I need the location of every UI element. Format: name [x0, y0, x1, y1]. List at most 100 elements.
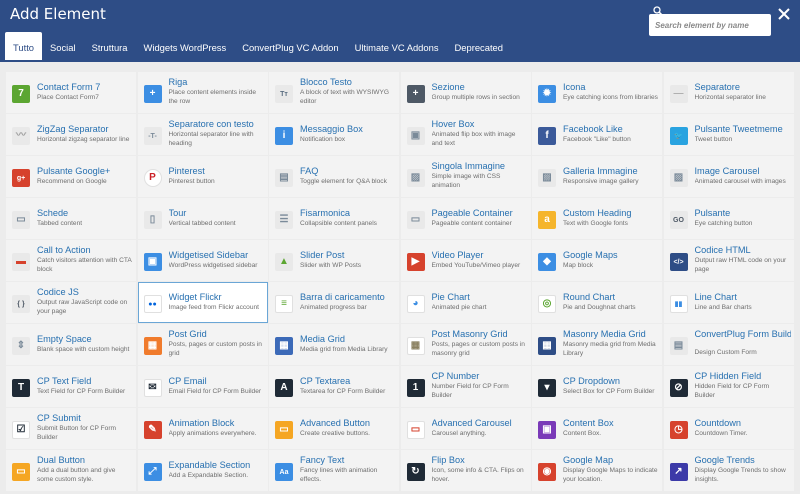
element-widgetised-sidebar[interactable]: ▣ Widgetised Sidebar WordPress widgetised … [137, 240, 268, 281]
element-separatore-con-testo[interactable]: -T- Separatore con testo Horizontal separa… [137, 114, 268, 155]
element-pinterest[interactable]: P Pinterest Pinterest button [137, 156, 268, 197]
element-convertplug-form-builder[interactable]: ▤ ConvertPlug Form Builder Design Custom F… [663, 324, 794, 365]
element-faq[interactable]: ▤ FAQ Toggle element for Q&A block [269, 156, 399, 197]
element-pageable-container[interactable]: ▭ Pageable Container Pageable content cont… [400, 198, 531, 239]
element-separatore[interactable]: — Separatore Horizontal separator line [663, 72, 794, 113]
element-fisarmonica[interactable]: ☰ Fisarmonica Collapsible content panels [269, 198, 399, 239]
expandable-section-icon: ⤢ [143, 463, 162, 481]
element-cp-text-field[interactable]: T CP Text Field Text Field for CP Form Bui… [6, 366, 136, 407]
element-empty-space[interactable]: ⇕ Empty Space Blank space with custom heig… [6, 324, 136, 365]
element-media-grid[interactable]: ▦ Media Grid Media grid from Media Library [269, 324, 399, 365]
tab-social[interactable]: Social [42, 34, 84, 60]
element-post-masonry-grid[interactable]: ▦ Post Masonry Grid Posts, pages or custom… [400, 324, 531, 365]
element-description: Display Google Trends to show insights. [694, 467, 786, 483]
element-fancy-text[interactable]: Aa Fancy Text Fancy lines with animation e… [269, 450, 399, 491]
element-description: A block of text with WYSIWYG editor [300, 89, 390, 105]
element-name: Singola Immagine [431, 161, 506, 171]
element-codice-js[interactable]: { } Codice JS Output raw JavaScript code o… [6, 282, 136, 323]
element-cp-email[interactable]: ✉ CP Email Email Field for CP Form Builder [137, 366, 268, 407]
element-round-chart[interactable]: ◎ Round Chart Pie and Doughnat charts [532, 282, 662, 323]
element-name: Expandable Section [168, 460, 251, 470]
element-galleria-immagine[interactable]: ▨ Galleria Immagine Responsive image galle… [532, 156, 662, 197]
element-codice-html[interactable]: </> Codice HTML Output raw HTML code on yo… [663, 240, 794, 281]
element-post-grid[interactable]: ▦ Post Grid Posts, pages or custom posts i… [137, 324, 268, 365]
tab-widgets-wordpress[interactable]: Widgets WordPress [136, 34, 235, 60]
element-messaggio-box[interactable]: i Messaggio Box Notification box [269, 114, 399, 155]
tab-convertplug-vc-addon[interactable]: ConvertPlug VC Addon [234, 34, 346, 60]
element-riga[interactable]: + Riga Place content elements inside the r… [137, 72, 268, 113]
element-google-trends[interactable]: ↗ Google Trends Display Google Trends to s… [663, 450, 794, 491]
element-sezione[interactable]: + Sezione Group multiple rows in section [400, 72, 531, 113]
element-cp-dropdown[interactable]: ▾ CP Dropdown Select Box for CP Form Build… [532, 366, 662, 407]
tab-deprecated[interactable]: Deprecated [447, 34, 511, 60]
section-plus-icon: + [406, 85, 425, 103]
element-hover-box[interactable]: ▣ Hover Box Animated flip box with image a… [400, 114, 531, 155]
element-cp-submit[interactable]: ☑ CP Submit Submit Button for CP Form Buil… [6, 408, 136, 449]
element-description: Icon, some info & CTA. Flips on hover. [431, 467, 524, 483]
element-advanced-carousel[interactable]: ▭ Advanced Carousel Carousel anything. [400, 408, 531, 449]
element-google-maps[interactable]: ◆ Google Maps Map block [532, 240, 662, 281]
element-dual-button[interactable]: ▭ Dual Button Add a dual button and give s… [6, 450, 136, 491]
element-pulsante[interactable]: GO Pulsante Eye catching button [663, 198, 794, 239]
pinterest-icon: P [143, 169, 162, 187]
tab-ultimate-vc-addons[interactable]: Ultimate VC Addons [347, 34, 447, 60]
element-custom-heading[interactable]: a Custom Heading Text with Google fonts [532, 198, 662, 239]
element-description: Collapsible content panels [300, 220, 377, 227]
element-singola-immagine[interactable]: ▨ Singola Immagine Simple image with CSS a… [400, 156, 531, 197]
element-widget-flickr[interactable]: ●● Widget Flickr Image feed from Flickr ac… [137, 282, 268, 323]
element-name: Messaggio Box [300, 124, 363, 134]
element-description: Create creative buttons. [300, 430, 371, 437]
element-description: Place content elements inside the row [168, 89, 257, 105]
element-line-chart[interactable]: ▮▮ Line Chart Line and Bar charts [663, 282, 794, 323]
element-google-map[interactable]: ◉ Google Map Display Google Maps to indica… [532, 450, 662, 491]
element-advanced-button[interactable]: ▭ Advanced Button Create creative buttons. [269, 408, 399, 449]
element-video-player[interactable]: ▶ Video Player Embed YouTube/Vimeo player [400, 240, 531, 281]
element-name: Widget Flickr [168, 292, 222, 302]
element-slider-post[interactable]: ▲ Slider Post Slider with WP Posts [269, 240, 399, 281]
element-cp-textarea[interactable]: A CP Textarea Textarea for CP Form Builder [269, 366, 399, 407]
tab-struttura[interactable]: Struttura [84, 34, 136, 60]
element-expandable-section[interactable]: ⤢ Expandable Section Add a Expandable Sect… [137, 450, 268, 491]
element-call-to-action[interactable]: ▬ Call to Action Catch visitors attention … [6, 240, 136, 281]
element-masonry-media-grid[interactable]: ▦ Masonry Media Grid Masonry media grid fr… [532, 324, 662, 365]
element-pulsante-tweetmeme[interactable]: 🐦 Pulsante Tweetmeme Tweet button [663, 114, 794, 155]
element-description: Apply animations everywhere. [168, 430, 257, 437]
search-input[interactable] [649, 14, 771, 36]
element-name: Barra di caricamento [300, 292, 385, 302]
tab-tutto[interactable]: Tutto [5, 32, 43, 60]
element-zigzag-separator[interactable]: 〰 ZigZag Separator Horizontal zigzag separ… [6, 114, 136, 155]
element-description: Vertical tabbed content [168, 220, 236, 227]
element-pie-chart[interactable]: ◕ Pie Chart Animated pie chart [400, 282, 531, 323]
element-description: Output raw HTML code on your page [694, 257, 787, 273]
element-tour[interactable]: ▯ Tour Vertical tabbed content [137, 198, 268, 239]
element-cp-number[interactable]: 1 CP Number Number Field for CP Form Build… [400, 366, 531, 407]
google-trends-icon: ↗ [669, 463, 688, 481]
element-contact-form-7[interactable]: 7 Contact Form 7 Place Contact Form7 [6, 72, 136, 113]
element-cp-hidden-field[interactable]: ⊘ CP Hidden Field Hidden Field for CP Form… [663, 366, 794, 407]
advanced-button-icon: ▭ [275, 421, 293, 439]
google-map-icon: ◉ [538, 463, 556, 481]
element-name: Facebook Like [563, 124, 623, 134]
element-name: Slider Post [300, 250, 345, 260]
element-name: Icona [563, 82, 586, 92]
element-countdown[interactable]: ◷ Countdown Countdown Timer. [663, 408, 794, 449]
element-name: Post Grid [168, 329, 207, 339]
element-blocco-testo[interactable]: Tт Blocco Testo A block of text with WYSIW… [269, 72, 399, 113]
element-barra-di-caricamento[interactable]: ≡ Barra di caricamento Animated progress b… [269, 282, 399, 323]
plus-icon: + [143, 85, 162, 103]
close-icon[interactable] [776, 6, 792, 22]
element-facebook-like[interactable]: f Facebook Like Facebook "Like" button [532, 114, 662, 155]
dual-button-icon: ▭ [12, 463, 30, 481]
element-image-carousel[interactable]: ▨ Image Carousel Animated carousel with im… [663, 156, 794, 197]
element-pulsante-google[interactable]: g+ Pulsante Google+ Recommend on Google [6, 156, 136, 197]
element-description: WordPress widgetised sidebar [168, 262, 258, 269]
element-animation-block[interactable]: ✎ Animation Block Apply animations everywh… [137, 408, 268, 449]
element-name: Line Chart [694, 292, 737, 302]
category-tabs: Tutto Social Struttura Widgets WordPress Con… [5, 32, 511, 62]
element-icona[interactable]: ✹ Icona Eye catching icons from libraries [532, 72, 662, 113]
element-name: Tour [168, 208, 187, 218]
element-description: Tabbed content [37, 220, 83, 227]
element-schede[interactable]: ▭ Schede Tabbed content [6, 198, 136, 239]
element-content-box[interactable]: ▣ Content Box Content Box. [532, 408, 662, 449]
element-flip-box[interactable]: ↻ Flip Box Icon, some info & CTA. Flips on… [400, 450, 531, 491]
